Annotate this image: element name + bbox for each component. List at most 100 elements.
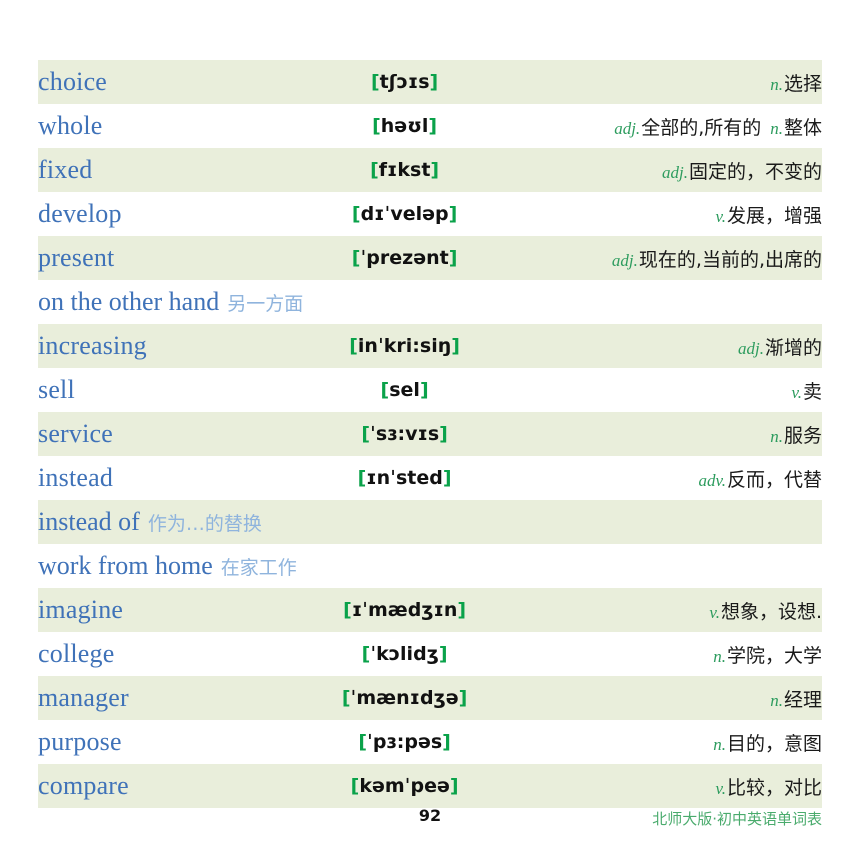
- table-row: purpose [ˈpɜ:pəs] n.目的，意图: [38, 720, 822, 764]
- table-row: college [ˈkɔlidʒ] n.学院，大学: [38, 632, 822, 676]
- word-text: imagine: [38, 595, 124, 624]
- word-text: choice: [38, 67, 108, 96]
- vocabulary-table: choice [tʃɔɪs] n.选择 whole [həʊl] adj.全部的,所有的 n…: [38, 60, 822, 808]
- part-of-speech: n.: [770, 74, 783, 94]
- table-row: fixed [fɪkst] adj.固定的，不变的: [38, 148, 822, 192]
- bracket-close: ]: [428, 115, 438, 137]
- bracket-close: ]: [457, 599, 467, 621]
- phonetic-text: [ɪˈmædʒɪn]: [343, 599, 466, 621]
- definition-segment: adj.渐增的: [738, 337, 822, 359]
- part-of-speech: v.: [709, 602, 720, 622]
- phonetic-text: [inˈkri:siŋ]: [349, 335, 460, 357]
- table-row: choice [tʃɔɪs] n.选择: [38, 60, 822, 104]
- definition-meaning: 整体: [783, 116, 822, 139]
- bracket-close: ]: [448, 247, 458, 269]
- definition-segment: n.目的，意图: [713, 733, 822, 755]
- ipa-body: dɪˈveləp: [360, 203, 449, 225]
- bracket-open: [: [349, 335, 358, 357]
- phonetic-text: [sel]: [381, 379, 429, 401]
- definition-segment: n.选择: [770, 73, 822, 95]
- word-text: purpose: [38, 727, 122, 756]
- definition-meaning: 固定的，不变的: [688, 160, 822, 183]
- definition-segment: n.经理: [770, 689, 822, 711]
- definition-meaning: 全部的,所有的: [641, 116, 762, 139]
- bracket-close: ]: [438, 643, 448, 665]
- definition-cell: n.目的，意图: [507, 720, 822, 764]
- word-cell: service: [38, 412, 302, 456]
- ipa-body: ɪˈmædʒɪn: [351, 599, 458, 621]
- word-cell: purpose: [38, 720, 302, 764]
- part-of-speech: v.: [715, 778, 726, 798]
- definition-segment: adj.现在的,当前的,出席的: [612, 249, 822, 271]
- word-text: develop: [38, 199, 122, 228]
- definition-meaning: 经理: [783, 688, 822, 711]
- word-text: manager: [38, 683, 129, 712]
- word-cell: fixed: [38, 148, 302, 192]
- definition-text: v.卖: [791, 381, 822, 403]
- part-of-speech: adj.: [662, 162, 688, 182]
- phonetic-cell: [ˈprezənt]: [302, 236, 507, 280]
- definition-text: v.发展，增强: [715, 205, 822, 227]
- definition-text: n.学院，大学: [713, 645, 822, 667]
- phonetic-cell: [həʊl]: [302, 104, 507, 148]
- definition-segment: adj.全部的,所有的: [614, 117, 761, 139]
- definition-segment: adj.固定的，不变的: [662, 161, 822, 183]
- part-of-speech: n.: [713, 734, 726, 754]
- word-cell: increasing: [38, 324, 302, 368]
- word-text: sell: [38, 375, 75, 404]
- definition-meaning: 想象，设想.: [720, 600, 822, 623]
- phrase-english: instead of: [38, 507, 140, 536]
- phrase-english: work from home: [38, 551, 213, 580]
- table-row: increasing [inˈkri:siŋ] adj.渐增的: [38, 324, 822, 368]
- ipa-body: ˈpɜ:pəs: [367, 731, 443, 753]
- word-cell: sell: [38, 368, 302, 412]
- part-of-speech: v.: [791, 382, 802, 402]
- phonetic-text: [ˈmænɪdʒə]: [342, 687, 467, 709]
- definition-segment: v.想象，设想.: [709, 601, 822, 623]
- phrase-english: on the other hand: [38, 287, 220, 316]
- vocabulary-page: choice [tʃɔɪs] n.选择 whole [həʊl] adj.全部的,所有的 n…: [0, 0, 860, 860]
- phrase-chinese: 作为…的替换: [147, 513, 262, 535]
- ipa-body: ˈkɔlidʒ: [370, 643, 439, 665]
- bracket-open: [: [370, 159, 379, 181]
- ipa-body: ɪnˈsted: [366, 467, 443, 489]
- phonetic-text: [həʊl]: [372, 115, 437, 137]
- definition-cell: adj.渐增的: [507, 324, 822, 368]
- part-of-speech: n.: [713, 646, 726, 666]
- definition-segment: adv.反而，代替: [698, 469, 822, 491]
- definition-meaning: 发展，增强: [726, 204, 822, 227]
- definition-cell: n.选择: [507, 60, 822, 104]
- definition-cell: v.想象，设想.: [507, 588, 822, 632]
- definition-text: v.想象，设想.: [709, 601, 822, 623]
- phonetic-text: [ˈpɜ:pəs]: [358, 731, 451, 753]
- phonetic-cell: [ɪˈmædʒɪn]: [302, 588, 507, 632]
- definition-segment: v.发展，增强: [715, 205, 822, 227]
- definition-segment: n.整体: [770, 117, 822, 139]
- table-row: service [ˈsɜ:vɪs] n.服务: [38, 412, 822, 456]
- word-text: increasing: [38, 331, 147, 360]
- phonetic-cell: [sel]: [302, 368, 507, 412]
- phrase-cell: work from home 在家工作: [38, 544, 822, 588]
- definition-text: v.比较，对比: [715, 777, 822, 799]
- page-footer: 92 北师大版·初中英语单词表: [38, 806, 822, 836]
- bracket-open: [: [380, 379, 390, 401]
- definition-segment: v.比较，对比: [715, 777, 822, 799]
- word-text: college: [38, 639, 115, 668]
- definition-text: adj.现在的,当前的,出席的: [612, 249, 822, 271]
- part-of-speech: n.: [770, 426, 783, 446]
- phonetic-cell: [ˈkɔlidʒ]: [302, 632, 507, 676]
- ipa-body: ˈsɜ:vɪs: [370, 423, 440, 445]
- word-cell: imagine: [38, 588, 302, 632]
- phrase-cell: instead of 作为…的替换: [38, 500, 822, 544]
- part-of-speech: n.: [770, 690, 783, 710]
- definition-text: n.经理: [770, 689, 822, 711]
- definition-cell: adj.固定的，不变的: [507, 148, 822, 192]
- word-cell: choice: [38, 60, 302, 104]
- ipa-body: sel: [389, 379, 420, 401]
- definition-meaning: 选择: [783, 72, 822, 95]
- phonetic-cell: [kəmˈpeə]: [302, 764, 507, 808]
- definition-text: adj.固定的，不变的: [662, 161, 822, 183]
- definition-segment: v.卖: [791, 381, 822, 403]
- definition-text: n.选择: [770, 73, 822, 95]
- table-row: instead of 作为…的替换: [38, 500, 822, 544]
